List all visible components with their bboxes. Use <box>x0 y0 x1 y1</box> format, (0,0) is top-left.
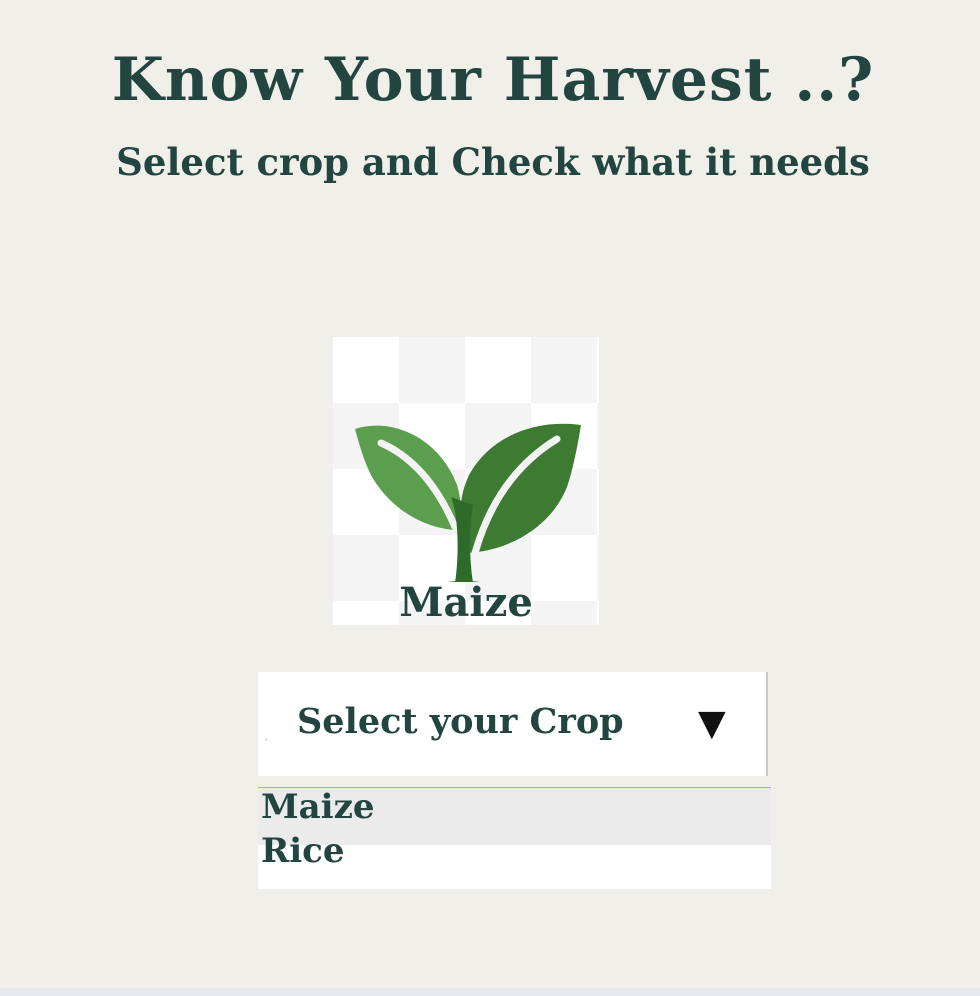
crop-card: Maize <box>333 337 599 625</box>
page-title: Know Your Harvest ..? <box>111 45 875 115</box>
crop-options-list: Maize Rice <box>258 787 771 889</box>
crop-select-dropdown[interactable]: - Select your Crop ▼ <box>258 672 768 776</box>
bottom-scroll-edge <box>0 988 980 996</box>
crop-select-label: Select your Crop <box>297 701 624 742</box>
option-rice[interactable]: Rice <box>258 834 771 889</box>
sprout-icon <box>355 423 581 582</box>
dropdown-arrow-icon[interactable]: ▼ <box>698 706 726 742</box>
select-marker: - <box>265 735 268 744</box>
crop-name: Maize <box>399 579 533 625</box>
page-subtitle: Select crop and Check what it needs <box>116 140 870 184</box>
